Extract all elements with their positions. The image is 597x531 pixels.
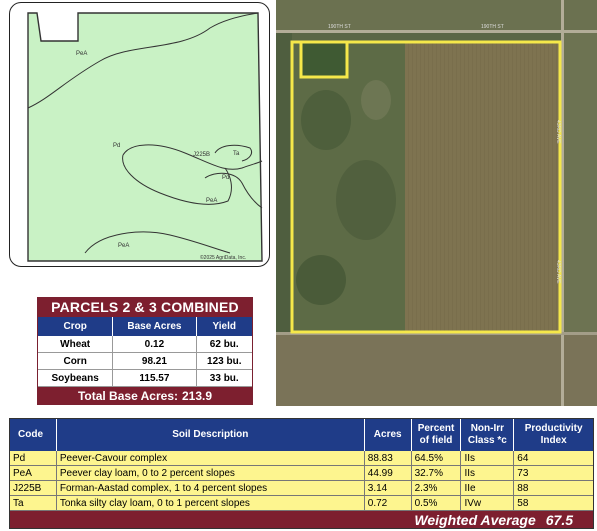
parcels-table: PARCELS 2 & 3 COMBINED Crop Base Acres Y… <box>37 297 253 405</box>
map-label-ta: Ta <box>233 151 240 157</box>
percent-cell: 2.3% <box>412 481 462 495</box>
road-label-top-left: 190TH ST <box>328 24 351 30</box>
table-row: PeA Peever clay loam, 0 to 2 percent slo… <box>10 466 593 481</box>
parcels-header-base-acres: Base Acres <box>113 317 197 336</box>
description-cell: Peever clay loam, 0 to 2 percent slopes <box>57 466 365 480</box>
yield-cell: 33 bu. <box>209 372 239 384</box>
weighted-average-value: 67.5 <box>545 511 573 528</box>
parcels-title: PARCELS 2 & 3 COMBINED <box>38 298 252 317</box>
map-label-pea-bottom: PeA <box>118 243 129 249</box>
map-label-pd: Pd <box>113 143 120 149</box>
crop-cell: Wheat <box>38 336 114 352</box>
parcels-header-row: Crop Base Acres Yield <box>38 317 252 336</box>
table-row: Soybeans 115.57 33 bu. <box>38 370 252 387</box>
field-boundary <box>27 12 263 262</box>
map-copyright: ©2025 AgriData, Inc. <box>200 254 246 261</box>
percent-cell: 0.5% <box>412 496 462 510</box>
class-cell: IIe <box>461 481 515 495</box>
base-acres-cell: 98.21 <box>113 353 197 369</box>
acres-cell: 0.72 <box>365 496 412 510</box>
road-label-right-bottom: 43RD AVE <box>555 260 561 284</box>
soil-table: Code Soil Description Acres Percent of f… <box>9 418 594 529</box>
class-cell: IVw <box>461 496 515 510</box>
code-cell: Ta <box>10 496 57 510</box>
soil-header-productivity: Productivity Index <box>524 423 583 446</box>
road-label-top-right: 190TH ST <box>481 24 504 30</box>
weighted-average-row: Weighted Average 67.5 <box>10 511 593 528</box>
soil-header-acres: Acres <box>365 419 412 451</box>
yield-cell: 62 bu. <box>209 338 239 350</box>
code-cell: J225B <box>10 481 57 495</box>
parcels-total-row: Total Base Acres: 213.9 <box>38 387 252 404</box>
description-cell: Tonka silty clay loam, 0 to 1 percent sl… <box>57 496 365 510</box>
soil-map: PeA Pd J225B Ta Pd PeA PeA ©2025 AgriDat… <box>9 2 270 267</box>
productivity-cell: 88 <box>517 482 529 494</box>
soil-header-description: Soil Description <box>57 419 365 451</box>
road-label-right-top: 43RD AVE <box>555 120 561 144</box>
parcels-header-crop: Crop <box>38 317 114 336</box>
acres-cell: 88.83 <box>365 451 412 465</box>
yield-cell: 123 bu. <box>207 355 242 367</box>
base-acres-cell: 0.12 <box>113 336 197 352</box>
total-value: 213.9 <box>182 388 213 403</box>
productivity-cell: 64 <box>517 452 529 464</box>
parcels-header-yield: Yield <box>212 321 237 332</box>
crop-cell: Corn <box>38 353 114 369</box>
class-cell: IIs <box>461 466 515 480</box>
code-cell: Pd <box>10 451 57 465</box>
table-row: Corn 98.21 123 bu. <box>38 353 252 370</box>
acres-cell: 44.99 <box>365 466 412 480</box>
description-cell: Forman-Aastad complex, 1 to 4 percent sl… <box>57 481 365 495</box>
table-row: J225B Forman-Aastad complex, 1 to 4 perc… <box>10 481 593 496</box>
map-label-pd-2: Pd <box>222 175 229 181</box>
total-label: Total Base Acres: <box>77 388 178 403</box>
table-row: Ta Tonka silty clay loam, 0 to 1 percent… <box>10 496 593 511</box>
soil-header-percent: Percent of field <box>412 419 462 451</box>
percent-cell: 32.7% <box>412 466 462 480</box>
productivity-cell: 73 <box>517 467 529 479</box>
productivity-cell: 58 <box>517 497 529 509</box>
aerial-graphic: 190TH ST 190TH ST 43RD AVE 43RD AVE <box>276 0 597 406</box>
soil-map-graphic: PeA Pd J225B Ta Pd PeA PeA ©2025 AgriDat… <box>27 12 263 262</box>
table-row: Pd Peever-Cavour complex 88.83 64.5% IIs… <box>10 451 593 466</box>
code-cell: PeA <box>10 466 57 480</box>
soil-header-code: Code <box>10 419 57 451</box>
map-label-j225b: J225B <box>193 152 210 158</box>
weighted-average-label: Weighted Average <box>414 511 536 528</box>
aerial-photo: 190TH ST 190TH ST 43RD AVE 43RD AVE <box>276 0 597 406</box>
soil-header-class: Non-Irr Class *c <box>461 419 515 451</box>
percent-cell: 64.5% <box>412 451 462 465</box>
soil-header-row: Code Soil Description Acres Percent of f… <box>10 419 593 451</box>
acres-cell: 3.14 <box>365 481 412 495</box>
map-label-pea-mid: PeA <box>206 198 217 204</box>
base-acres-cell: 115.57 <box>113 370 197 386</box>
crop-cell: Soybeans <box>38 370 114 386</box>
class-cell: IIs <box>461 451 515 465</box>
table-row: Wheat 0.12 62 bu. <box>38 336 252 353</box>
description-cell: Peever-Cavour complex <box>57 451 365 465</box>
map-label-pea-top: PeA <box>76 51 87 57</box>
